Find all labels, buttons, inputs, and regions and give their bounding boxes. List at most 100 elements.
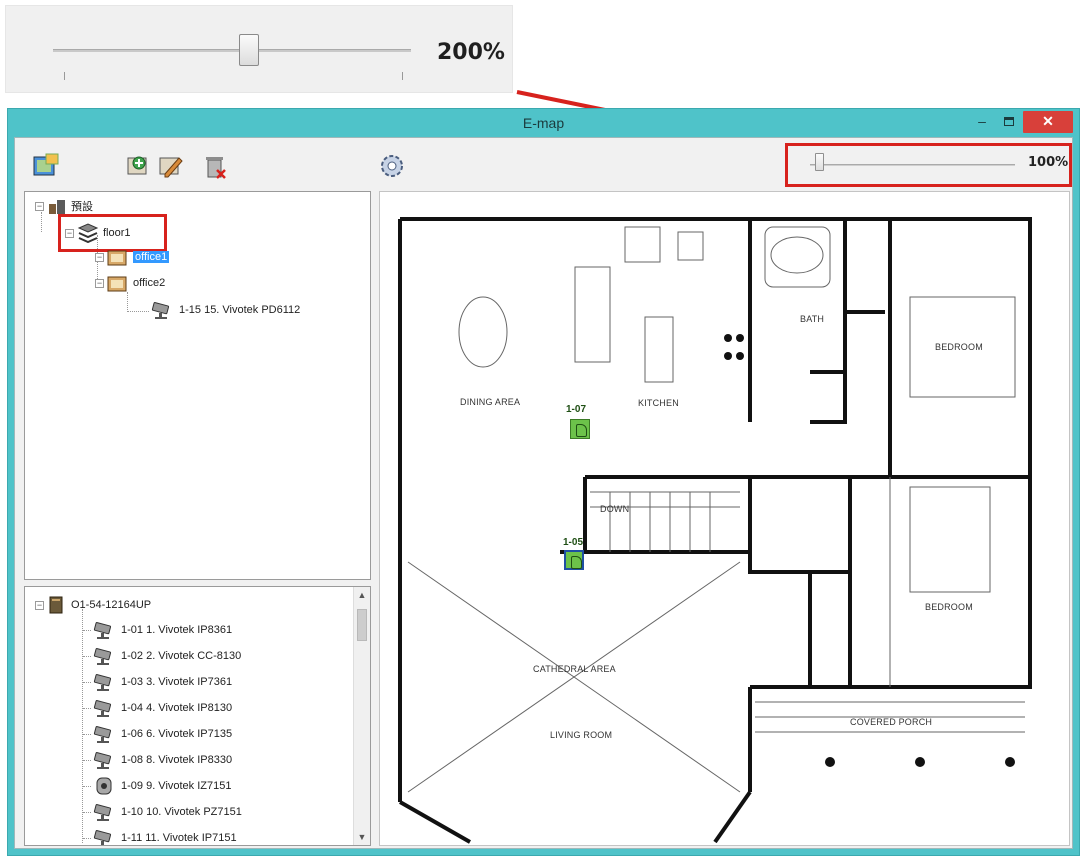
tree-item-floor1[interactable]: − floor1 (65, 223, 131, 243)
tree-root-label: 預設 (71, 201, 93, 213)
tree-connector (83, 707, 91, 709)
zoom-slider-thumb[interactable] (239, 34, 259, 66)
camera-icon (93, 830, 112, 845)
tree-connector (83, 681, 91, 683)
delete-icon[interactable] (201, 152, 229, 180)
camera-list-label: 1-11 11. Vivotek IP7151 (121, 832, 237, 844)
zoom-value-label: 100% (1028, 155, 1069, 170)
tree-connector (83, 629, 91, 631)
tree-item-label: floor1 (103, 227, 131, 239)
scroll-down-button[interactable]: ▼ (354, 829, 370, 845)
map-add-icon[interactable] (32, 152, 60, 180)
room-label: CATHEDRAL AREA (533, 664, 616, 674)
camera-list-label: 1-02 2. Vivotek CC-8130 (121, 650, 242, 662)
toolbar: 100% (15, 138, 1072, 188)
expand-toggle[interactable]: − (95, 252, 104, 262)
building-icon (49, 200, 65, 214)
camera-list-label: 1-09 9. Vivotek IZ7151 (121, 780, 232, 792)
maximize-icon (1004, 117, 1014, 126)
tree-item-office1[interactable]: − office1 (95, 248, 170, 266)
minimize-button[interactable]: – (971, 111, 993, 133)
slider-tick (64, 72, 65, 80)
maximize-button[interactable] (998, 111, 1020, 133)
camera-list-item[interactable]: 1-01 1. Vivotek IP8361 (83, 621, 232, 639)
tree-connector (83, 733, 91, 735)
tree-item-label: office2 (133, 277, 166, 289)
collapse-toggle[interactable]: − (95, 278, 104, 288)
tree-item-office2[interactable]: − office2 (95, 274, 165, 292)
camera-list-item[interactable]: 1-03 3. Vivotek IP7361 (83, 673, 232, 691)
settings-icon[interactable] (378, 152, 406, 180)
camera-marker-label: 1-05 (563, 537, 584, 548)
tree-item-camera[interactable]: 1-15 15. Vivotek PD6112 (151, 301, 300, 319)
camera-icon (93, 674, 112, 691)
camera-icon (93, 752, 112, 769)
zoom-slider-highlight: 100% (785, 143, 1072, 187)
tree-root[interactable]: − 預設 (35, 198, 93, 214)
room-label: COVERED PORCH (850, 717, 933, 727)
camera-list-item[interactable]: 1-06 6. Vivotek IP7135 (83, 725, 232, 743)
floorplan-map[interactable]: DINING AREA KITCHEN BATH BEDROOM BEDROOM… (379, 191, 1070, 846)
zoom-callout: 200% (5, 5, 513, 93)
add-icon[interactable] (125, 152, 153, 180)
camera-icon (93, 700, 112, 717)
tree-item-label: 1-15 15. Vivotek PD6112 (179, 304, 301, 316)
camera-list-item[interactable]: 1-09 9. Vivotek IZ7151 (83, 777, 231, 795)
camera-list-item[interactable]: 1-10 10. Vivotek PZ7151 (83, 803, 242, 821)
room-label: BEDROOM (925, 602, 973, 612)
camera-icon (151, 302, 170, 319)
floorplan-drawing (398, 217, 1032, 844)
camera-list-item[interactable]: 1-11 11. Vivotek IP7151 (83, 829, 237, 845)
tree-item-nvr[interactable]: − O1-54-12164UP (35, 595, 151, 615)
map-tree-pane: − 預設 − floor1 − office1 − office2 1-15 1… (24, 191, 371, 580)
camera-list-item[interactable]: 1-02 2. Vivotek CC-8130 (83, 647, 241, 665)
collapse-toggle[interactable]: − (35, 600, 44, 610)
scroll-up-button[interactable]: ▲ (354, 587, 370, 603)
tree-connector (83, 785, 91, 787)
room-label: BEDROOM (935, 342, 983, 352)
camera-list-label: 1-08 8. Vivotek IP8330 (121, 754, 233, 766)
slider-tick (402, 72, 403, 80)
close-button[interactable]: ✕ (1023, 111, 1073, 133)
camera-icon (93, 804, 112, 821)
camera-icon (93, 622, 112, 639)
room-label: KITCHEN (638, 398, 679, 408)
emap-window: E-map – ✕ 100% − 預設 − floor1 − office1 −… (7, 108, 1080, 856)
zoom-slider-track[interactable] (810, 164, 1015, 166)
zoom-slider-thumb[interactable] (815, 153, 824, 171)
title-bar[interactable]: E-map – ✕ (8, 109, 1079, 137)
zoom-slider-track[interactable] (53, 49, 411, 52)
room-label: LIVING ROOM (550, 730, 613, 740)
camera-marker[interactable] (570, 419, 590, 439)
map-image-icon (107, 276, 127, 292)
tree-connector (83, 759, 91, 761)
camera-list-item[interactable]: 1-04 4. Vivotek IP8130 (83, 699, 232, 717)
collapse-toggle[interactable]: − (65, 228, 74, 238)
dome-camera-icon (96, 777, 112, 795)
scrollbar[interactable]: ▲ ▼ (353, 587, 370, 845)
window-client-area: 100% − 預設 − floor1 − office1 − office2 1… (14, 137, 1073, 849)
tree-item-label: O1-54-12164UP (71, 599, 152, 611)
camera-list-label: 1-10 10. Vivotek PZ7151 (121, 806, 242, 818)
camera-marker-label: 1-07 (566, 404, 587, 415)
camera-marker[interactable] (564, 550, 584, 570)
nvr-icon (49, 596, 63, 614)
camera-list-label: 1-03 3. Vivotek IP7361 (121, 676, 233, 688)
window-title: E-map (522, 115, 565, 131)
zoom-value-label: 200% (437, 40, 505, 65)
camera-list-label: 1-01 1. Vivotek IP8361 (121, 624, 233, 636)
collapse-toggle[interactable]: − (35, 201, 44, 211)
room-label: BATH (800, 314, 825, 324)
camera-list-item[interactable]: 1-08 8. Vivotek IP8330 (83, 751, 232, 769)
device-tree-pane: − O1-54-12164UP 1-01 1. Vivotek IP8361 1-… (24, 586, 371, 846)
edit-icon[interactable] (157, 152, 185, 180)
tree-connector (83, 655, 91, 657)
tree-connector (83, 811, 91, 813)
map-image-icon (107, 250, 127, 266)
tree-item-label: office1 (133, 251, 170, 263)
room-label: DINING AREA (460, 397, 521, 407)
room-label: DOWN (600, 504, 630, 514)
camera-list-label: 1-04 4. Vivotek IP8130 (121, 702, 233, 714)
tree-connector (83, 837, 91, 839)
scroll-thumb[interactable] (357, 609, 367, 641)
